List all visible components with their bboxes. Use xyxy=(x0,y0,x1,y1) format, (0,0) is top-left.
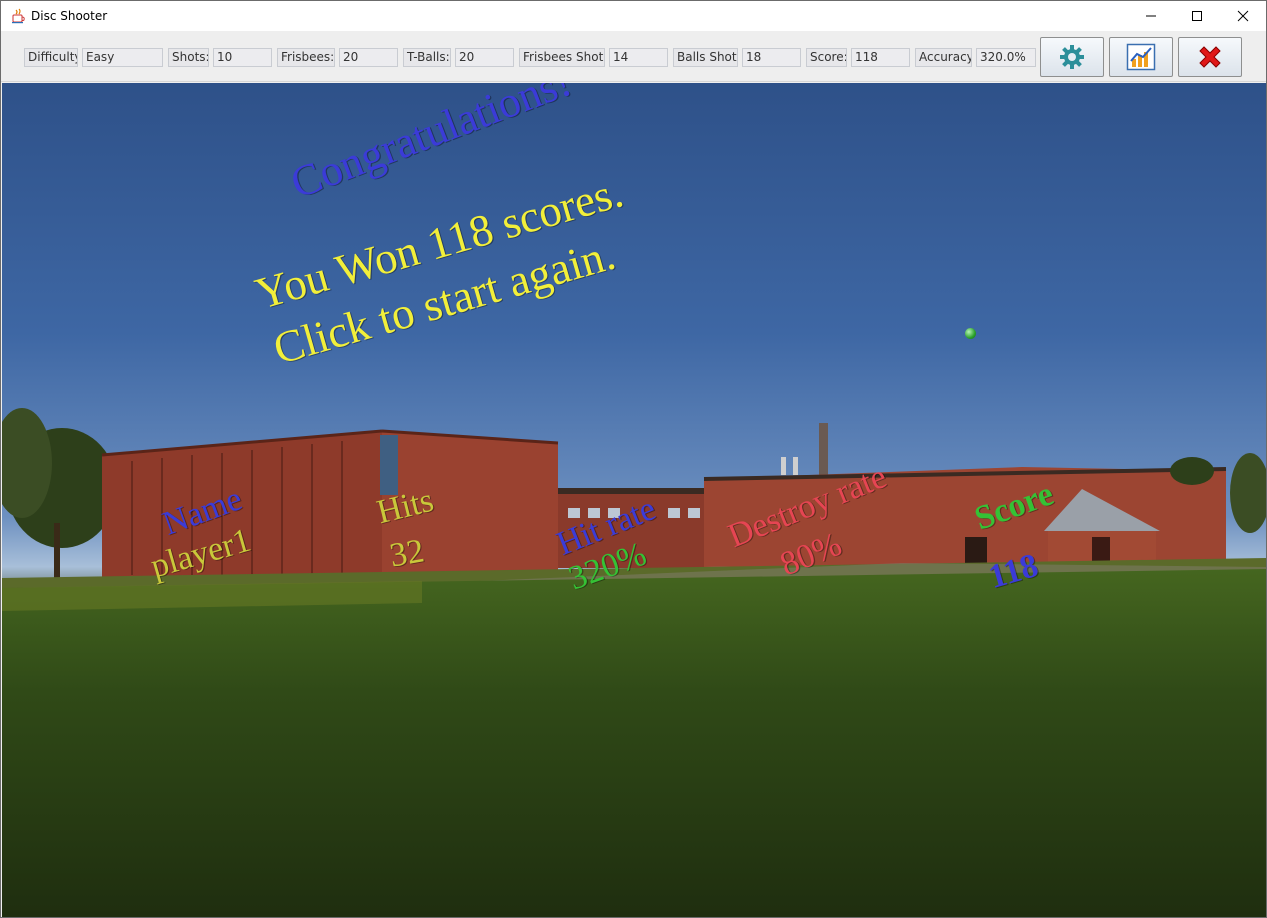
score-label: Score: xyxy=(806,48,847,67)
accuracy-field: 320.0% xyxy=(976,48,1036,67)
chart-icon xyxy=(1126,43,1156,71)
shots-field: 10 xyxy=(213,48,272,67)
frisbees-field: 20 xyxy=(339,48,398,67)
window-title: Disc Shooter xyxy=(31,9,108,23)
result-hits-value: 32 xyxy=(386,532,427,575)
gear-icon xyxy=(1060,45,1084,69)
frisbees-shot-label: Frisbees Shot: xyxy=(519,48,605,67)
settings-button[interactable] xyxy=(1040,37,1104,77)
tballs-label: T-Balls: xyxy=(403,48,451,67)
java-coffee-icon xyxy=(10,8,26,24)
maximize-button[interactable] xyxy=(1174,1,1220,31)
game-canvas[interactable]: Congratulations! You Won 118 scores. Cli… xyxy=(2,83,1266,917)
difficulty-field: Easy xyxy=(82,48,163,67)
green-ball[interactable] xyxy=(965,328,976,339)
difficulty-label: Difficulty: xyxy=(24,48,78,67)
red-x-icon xyxy=(1199,46,1221,68)
score-field: 118 xyxy=(851,48,910,67)
window-close-button[interactable] xyxy=(1220,1,1266,31)
statistics-button[interactable] xyxy=(1109,37,1173,77)
shots-label: Shots: xyxy=(168,48,209,67)
tballs-field: 20 xyxy=(455,48,514,67)
minimize-icon xyxy=(1146,15,1156,17)
balls-shot-label: Balls Shot: xyxy=(673,48,738,67)
close-icon xyxy=(1237,10,1249,22)
maximize-icon xyxy=(1192,11,1202,21)
stats-toolbar: Difficulty: Easy Shots: 10 Frisbees: 20 … xyxy=(1,31,1266,82)
accuracy-label: Accuracy: xyxy=(915,48,972,67)
frisbees-shot-field: 14 xyxy=(609,48,668,67)
game-window: Disc Shooter Difficulty: Easy Shots: 10 … xyxy=(0,0,1267,918)
minimize-button[interactable] xyxy=(1128,1,1174,31)
exit-button[interactable] xyxy=(1178,37,1242,77)
title-bar: Disc Shooter xyxy=(1,1,1266,31)
balls-shot-field: 18 xyxy=(742,48,801,67)
frisbees-label: Frisbees: xyxy=(277,48,335,67)
